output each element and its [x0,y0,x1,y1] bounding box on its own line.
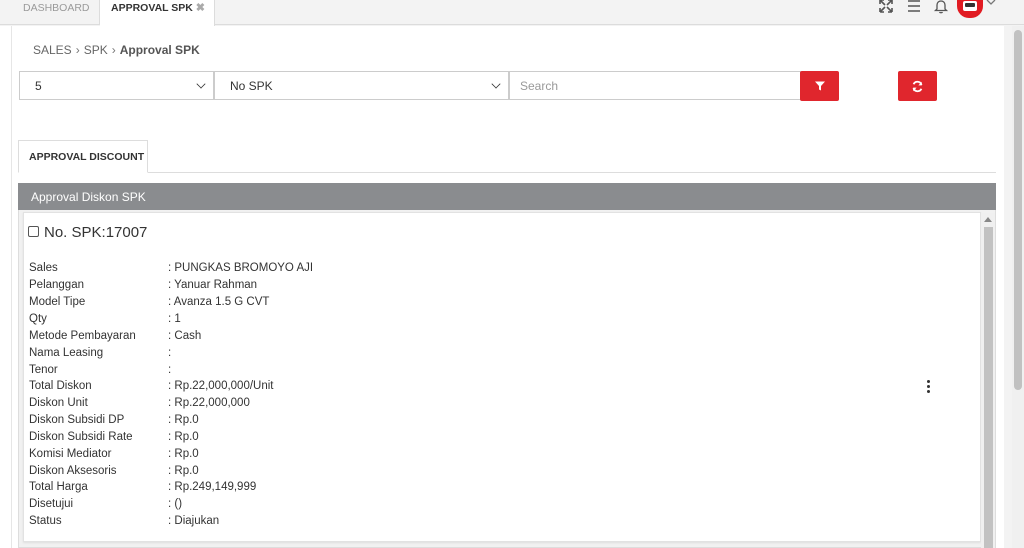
detail-label: Nama Leasing [29,347,104,359]
detail-value: : [168,347,172,359]
search-field-select[interactable]: No SPK [214,71,509,100]
detail-value: : [168,364,172,376]
detail-label: Disetujui [29,498,74,510]
chevron-down-icon [196,79,206,89]
detail-value: : Rp.249,149,999 [168,481,257,493]
detail-label: Diskon Subsidi Rate [29,431,133,443]
chevron-right-icon: › [75,43,80,57]
tab-dashboard-label: DASHBOARD [23,2,90,14]
breadcrumb-current: Approval SPK [119,43,200,57]
kebab-menu-icon[interactable] [926,380,932,394]
detail-label: Model Tipe [29,296,86,308]
search-input[interactable] [509,71,801,100]
detail-label: Komisi Mediator [29,448,112,460]
detail-label: Diskon Unit [29,397,88,409]
bell-icon[interactable] [933,0,949,14]
tab-approval-discount[interactable]: APPROVAL DISCOUNT [18,140,148,173]
chevron-down-icon [491,79,501,89]
filter-button[interactable] [800,71,839,101]
tab-dashboard[interactable]: DASHBOARD [12,0,100,25]
detail-label: Metode Pembayaran [29,330,136,342]
close-icon[interactable]: ✖ [196,1,205,15]
detail-label: Diskon Aksesoris [29,465,117,477]
chevron-right-icon: › [111,43,116,57]
spk-title: No. SPK:17007 [28,224,147,241]
detail-label: Status [29,515,62,527]
tab-approval-spk[interactable]: APPROVAL SPK ✖ [100,0,215,26]
detail-value: : Rp.0 [168,448,199,460]
page-scrollbar[interactable] [1012,26,1024,548]
spk-checkbox[interactable] [28,226,39,237]
panel-scrollbar[interactable] [981,213,995,548]
detail-label: Pelanggan [29,279,84,291]
detail-label: Total Diskon [29,380,92,392]
detail-value: : Rp.0 [168,465,199,477]
chevron-down-icon[interactable] [985,0,997,8]
spk-number: No. SPK:17007 [44,224,148,241]
detail-value: : Rp.22,000,000 [168,397,250,409]
detail-label: Sales [29,262,58,274]
breadcrumb: SALES › SPK › Approval SPK [33,43,200,57]
detail-label: Total Harga [29,481,88,493]
fullscreen-icon[interactable] [878,0,894,14]
menu-icon[interactable] [906,0,922,14]
detail-value: : 1 [168,313,181,325]
refresh-icon [912,80,923,92]
avatar[interactable] [957,0,983,18]
top-tab-bar: DASHBOARD APPROVAL SPK ✖ [0,0,1024,26]
detail-value: : Avanza 1.5 G CVT [168,296,270,308]
detail-value: : Rp.0 [168,414,199,426]
page-size-value: 5 [35,79,42,93]
panel-header: Approval Diskon SPK [18,183,996,210]
detail-label: Qty [29,313,47,325]
scroll-up-arrow-icon[interactable] [984,217,992,222]
detail-value: : () [168,498,183,510]
panel-title: Approval Diskon SPK [31,190,146,204]
page-size-select[interactable]: 5 [19,71,214,100]
search-field-value: No SPK [230,79,273,93]
detail-value: : PUNGKAS BROMOYO AJI [168,262,314,274]
panel-scrollbar-thumb[interactable] [984,227,993,548]
detail-value: : Yanuar Rahman [168,279,258,291]
breadcrumb-sales[interactable]: SALES [33,43,72,57]
filter-icon [814,81,825,91]
page-scrollbar-thumb[interactable] [1014,30,1022,390]
breadcrumb-spk[interactable]: SPK [84,43,108,57]
tab-approval-spk-label: APPROVAL SPK [111,2,193,14]
tab-approval-discount-label: APPROVAL DISCOUNT [29,151,145,163]
detail-value: : Rp.0 [168,431,199,443]
detail-value: : Diajukan [168,515,220,527]
detail-value: : Cash [168,330,202,342]
detail-label: Tenor [29,364,58,376]
detail-value: : Rp.22,000,000/Unit [168,380,274,392]
refresh-button[interactable] [898,71,937,101]
detail-label: Diskon Subsidi DP [29,414,125,426]
